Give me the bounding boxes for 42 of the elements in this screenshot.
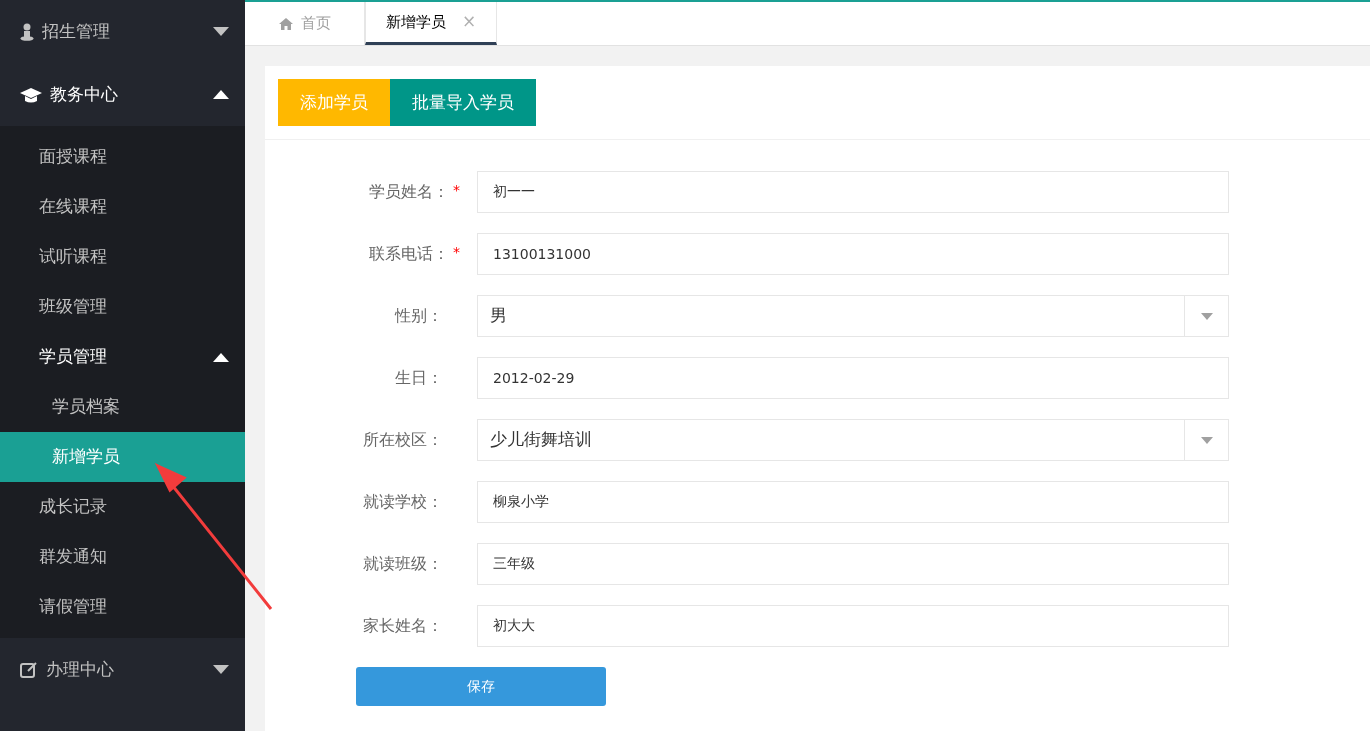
menu-group[interactable]: 招生管理 <box>0 0 245 63</box>
field-label: 生日： <box>395 367 443 389</box>
field-label: 就读班级： <box>363 553 443 575</box>
field-label: 学员姓名： <box>369 181 449 203</box>
caret-icon <box>213 90 229 99</box>
caret-icon <box>213 27 229 36</box>
select-field[interactable]: 少儿街舞培训 <box>477 419 1229 461</box>
field-label: 所在校区： <box>363 429 443 451</box>
required-mark: * <box>453 243 460 262</box>
input-field[interactable]: 13100131000 <box>477 233 1229 275</box>
submenu-item[interactable]: 学员档案 <box>0 382 245 432</box>
menu-item[interactable]: 学员管理 <box>0 332 245 382</box>
home-icon <box>278 17 293 30</box>
menu-item[interactable]: 群发通知 <box>0 532 245 582</box>
action-button[interactable]: 批量导入学员 <box>390 79 536 126</box>
menu-item[interactable]: 成长记录 <box>0 482 245 532</box>
graduation-cap-icon <box>20 86 42 103</box>
field-label: 联系电话： <box>369 243 449 265</box>
dropdown-caret-icon <box>1200 436 1213 444</box>
required-mark: * <box>453 181 460 200</box>
menu-item[interactable]: 班级管理 <box>0 282 245 332</box>
input-field[interactable]: 三年级 <box>477 543 1229 585</box>
menu-item[interactable]: 面授课程 <box>0 132 245 182</box>
menu-item[interactable]: 试听课程 <box>0 232 245 282</box>
dropdown-caret-icon <box>1200 312 1213 320</box>
caret-icon <box>213 352 229 362</box>
field-label: 性别： <box>395 305 443 327</box>
input-field[interactable]: 初一一 <box>477 171 1229 213</box>
input-field[interactable]: 初大大 <box>477 605 1229 647</box>
edit-icon <box>20 660 38 679</box>
input-field[interactable]: 柳泉小学 <box>477 481 1229 523</box>
menu-group[interactable]: 教务中心 <box>0 63 245 126</box>
person-icon <box>20 22 34 41</box>
select-field[interactable]: 男 <box>477 295 1229 337</box>
field-label: 家长姓名： <box>363 615 443 637</box>
menu-group[interactable]: 办理中心 <box>0 638 245 701</box>
tab[interactable]: 新增学员 × <box>365 2 498 45</box>
input-field[interactable]: 2012-02-29 <box>477 357 1229 399</box>
caret-icon <box>213 665 229 674</box>
menu-item[interactable]: 请假管理 <box>0 582 245 632</box>
field-label: 就读学校： <box>363 491 443 513</box>
menu-item[interactable]: 在线课程 <box>0 182 245 232</box>
